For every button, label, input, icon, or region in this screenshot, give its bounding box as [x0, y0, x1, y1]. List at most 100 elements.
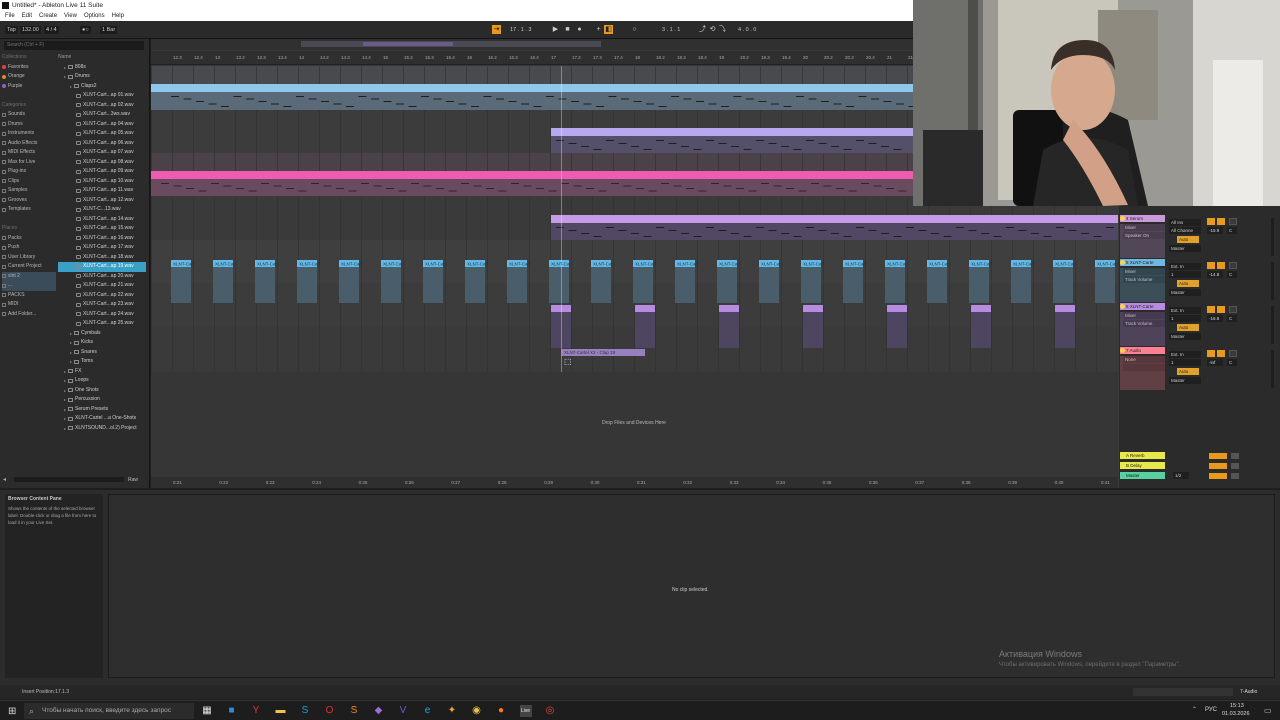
browser-list-item[interactable]: ▸ Snares — [58, 348, 146, 358]
output-chooser[interactable]: Master — [1169, 245, 1201, 252]
browser-list-item[interactable]: ▸ Cymbals — [58, 329, 146, 339]
ableton-icon[interactable]: Live — [519, 705, 532, 717]
sidebar-item-drums[interactable]: Drums — [2, 120, 56, 130]
solo-button[interactable] — [1217, 262, 1225, 269]
browser-list-item[interactable]: XLNT-Cart...ap 25.wav — [58, 319, 146, 329]
quantize-menu[interactable]: 1 Bar — [100, 26, 118, 34]
browser-search-input[interactable]: Search (Ctrl + F) — [4, 41, 144, 50]
task-view-icon[interactable]: ▦ — [201, 705, 213, 717]
store-icon[interactable]: ■ — [226, 705, 238, 717]
punch-out-icon[interactable]: ⤵ — [718, 25, 727, 34]
disclosure-triangle-icon[interactable]: ▸ — [70, 338, 72, 348]
browser-list-item[interactable]: XLNT-Cart...ap 01.wav — [58, 91, 146, 101]
browser-list-item[interactable]: ▸ Drums — [58, 72, 146, 82]
track-activator-icon[interactable] — [1120, 348, 1125, 353]
sidebar-item-grooves[interactable]: Grooves — [2, 196, 56, 206]
return-solo-button[interactable] — [1231, 453, 1239, 459]
return-solo-button[interactable] — [1231, 473, 1239, 479]
yandex-icon[interactable]: Y — [250, 705, 262, 717]
browser-list-item[interactable]: XLNT-Cart...ap 02.wav — [58, 101, 146, 111]
dragged-clip[interactable]: XLNT-Cartel X2 - Clap 19 — [561, 349, 645, 356]
sidebar-item-plug-ins[interactable]: Plug-ins — [2, 167, 56, 177]
browser-list-item[interactable]: XLNT-Cart...ap 16.wav — [58, 234, 146, 244]
browser-list-item[interactable]: XLNT-Cart...ap 10.wav — [58, 177, 146, 187]
menu-options[interactable]: Options — [84, 13, 105, 19]
monitor-auto-button[interactable]: Auto — [1177, 236, 1199, 243]
volume-field[interactable]: -14.8 — [1207, 271, 1223, 278]
skype-icon[interactable]: S — [299, 705, 311, 717]
volume-field[interactable]: -15.9 — [1207, 227, 1223, 234]
browser-list-item[interactable]: XLNT-Cart...ap 05.wav — [58, 129, 146, 139]
disclosure-triangle-icon[interactable]: ▸ — [70, 348, 72, 358]
taskbar-search-input[interactable]: ⌕ Чтобы начать поиск, введите здесь запр… — [24, 703, 194, 719]
record-icon[interactable]: ● — [575, 25, 584, 34]
track-number-button[interactable] — [1207, 262, 1215, 269]
menu-view[interactable]: View — [64, 13, 77, 19]
status-scroll[interactable] — [1133, 688, 1233, 696]
name-column-header[interactable]: Name — [58, 53, 146, 63]
browser-list-item[interactable]: XLNT-Cart...ap 24.wav — [58, 310, 146, 320]
cue-out-chooser[interactable]: 1/2 — [1173, 472, 1189, 479]
fl-studio-icon[interactable]: ✦ — [446, 705, 458, 717]
disclosure-triangle-icon[interactable]: ▸ — [64, 424, 66, 434]
input-channel-chooser[interactable]: 1 — [1169, 271, 1201, 278]
track-number-button[interactable] — [1207, 306, 1215, 313]
disclosure-triangle-icon[interactable]: ▸ — [64, 367, 66, 377]
disclosure-triangle-icon[interactable]: ▸ — [64, 63, 66, 73]
sidebar-place-item[interactable]: Packs — [2, 234, 56, 244]
browser-list-item[interactable]: ▸ Serum Presets — [58, 405, 146, 415]
sidebar-place-item[interactable]: Current Project — [2, 262, 56, 272]
browser-list-item[interactable]: ▸ FX — [58, 367, 146, 377]
track-activator-icon[interactable] — [1120, 304, 1125, 309]
sidebar-place-item[interactable]: ... — [2, 281, 56, 291]
disclosure-triangle-icon[interactable]: ▸ — [70, 357, 72, 367]
menu-file[interactable]: File — [5, 13, 15, 19]
sidebar-place-item[interactable]: User Library — [2, 253, 56, 263]
edge-icon[interactable]: e — [422, 705, 434, 717]
browser-list-item[interactable]: XLNT-Cart...ap 12.wav — [58, 196, 146, 206]
loop-start-field[interactable]: 3 . 1 . 1 — [660, 26, 683, 34]
menu-create[interactable]: Create — [39, 13, 57, 19]
pan-field[interactable]: C — [1227, 271, 1237, 278]
pan-field[interactable]: C — [1227, 227, 1237, 234]
browser-list-item[interactable]: XLNT-Cart...ap 22.wav — [58, 291, 146, 301]
sidebar-item-audio-effects[interactable]: Audio Effects — [2, 139, 56, 149]
disclosure-triangle-icon[interactable]: ▸ — [64, 386, 66, 396]
browser-list-item[interactable]: ▸ Kicks — [58, 338, 146, 348]
sidebar-item-orange[interactable]: Orange — [2, 72, 56, 82]
preview-waveform[interactable] — [14, 477, 124, 482]
notification-icon[interactable]: ▭ — [1264, 706, 1272, 715]
monitor-auto-button[interactable]: Auto — [1177, 368, 1199, 375]
input-type-chooser[interactable]: Ext. In — [1169, 351, 1201, 358]
sidebar-item-clips[interactable]: Clips — [2, 177, 56, 187]
clock-date[interactable]: 01.03.2026 — [1222, 711, 1250, 717]
pan-field[interactable]: C — [1227, 359, 1237, 366]
sidebar-place-item[interactable]: xlnt 2 — [2, 271, 56, 281]
menu-edit[interactable]: Edit — [22, 13, 32, 19]
beat-time-ruler[interactable]: 12.3 12.4 13 13.2 13.3 13.4 14 14.2 14.3 14.4 15 15… — [151, 51, 917, 65]
disclosure-triangle-icon[interactable]: ▸ — [70, 82, 72, 92]
chrome-icon[interactable]: ◎ — [544, 705, 556, 717]
browser-list-item[interactable]: ▸ Loops — [58, 376, 146, 386]
monitor-auto-button[interactable]: Auto — [1177, 280, 1199, 287]
browser-list-item[interactable]: XLNT-Cart...ap 21.wav — [58, 281, 146, 291]
clock-time[interactable]: 15:13 — [1230, 703, 1244, 709]
disclosure-triangle-icon[interactable]: ▸ — [64, 395, 66, 405]
output-chooser[interactable]: Master — [1169, 377, 1201, 384]
input-type-chooser[interactable]: Ext. In — [1169, 307, 1201, 314]
tempo-field[interactable]: 132.00 — [20, 26, 41, 34]
sidebar-item-templates[interactable]: Templates — [2, 205, 56, 215]
explorer-icon[interactable]: ▬ — [275, 705, 287, 717]
time-signature-field[interactable]: 4 / 4 — [44, 26, 59, 34]
stop-icon[interactable]: ■ — [563, 25, 572, 34]
input-channel-chooser[interactable]: All Channe — [1169, 227, 1201, 234]
metronome-button[interactable]: ●○ — [80, 26, 91, 34]
volume-field[interactable]: -inf — [1207, 359, 1223, 366]
opera-icon[interactable]: O — [324, 705, 336, 717]
loop-switch-icon[interactable]: ○ — [630, 25, 639, 34]
arm-button[interactable] — [1229, 262, 1237, 269]
pan-field[interactable]: C — [1227, 315, 1237, 322]
raw-button[interactable]: Raw — [128, 477, 138, 483]
track-name[interactable]: 7 Audio — [1120, 347, 1165, 354]
browser-list-item[interactable]: XLNT-Cart...ap 23.wav — [58, 300, 146, 310]
